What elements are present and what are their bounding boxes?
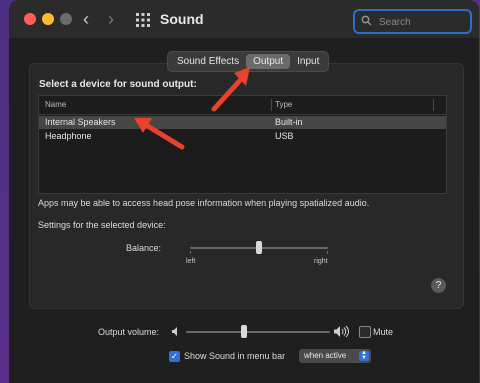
device-type: Built-in [275,117,303,127]
help-button[interactable]: ? [431,278,446,293]
updown-chevron-icon: ▲ ▼ [359,350,369,361]
balance-slider-thumb[interactable] [256,241,262,254]
volume-slider-track[interactable] [186,331,330,333]
window-title: Sound [160,11,204,27]
slider-tick [190,251,191,254]
sound-preferences-window: ‹ › Sound Sound Effects Output Input Sel… [9,0,479,383]
tab-input[interactable]: Input [290,54,326,69]
device-type: USB [275,131,294,141]
device-name: Internal Speakers [45,117,116,127]
balance-right-label: right [314,258,328,265]
speaker-low-icon [172,327,177,336]
back-chevron-icon[interactable]: ‹ [83,9,89,29]
output-heading: Select a device for sound output: [39,79,197,90]
checkmark-icon: ✓ [170,351,179,361]
volume-slider-thumb[interactable] [240,325,247,338]
device-row-headphone[interactable]: Headphone USB [39,130,446,143]
annotation-arrow-icon [134,118,185,150]
forward-chevron-icon[interactable]: › [108,9,114,29]
device-name: Headphone [45,131,92,141]
mute-label: Mute [373,327,394,337]
column-divider [271,99,272,111]
device-row-internal-speakers[interactable]: Internal Speakers Built-in [39,116,446,129]
search-input[interactable] [377,13,466,31]
search-icon [361,15,372,26]
search-field[interactable] [353,9,472,34]
balance-left-label: left [186,258,196,265]
annotation-arrow-icon [211,67,250,112]
title-bar: ‹ › Sound [9,0,479,38]
show-in-menu-bar-label: Show Sound in menu bar [184,351,286,361]
close-window-button[interactable] [24,13,36,25]
balance-label: Balance: [126,243,162,253]
column-header-type[interactable]: Type [275,100,292,109]
menu-bar-visibility-select[interactable]: when active ▲ ▼ [299,349,371,363]
minimize-window-button[interactable] [42,13,54,25]
spatial-audio-note: Apps may be able to access head pose inf… [38,198,370,208]
column-header-name[interactable]: Name [45,100,66,109]
slider-tick [327,251,328,254]
column-divider [433,99,434,111]
select-value: when active [304,351,347,360]
show-in-menu-bar-checkbox[interactable]: ✓ [169,351,180,362]
show-all-grid-icon[interactable] [136,13,150,27]
output-volume-label: Output volume: [98,327,160,337]
speaker-high-icon [334,325,349,338]
zoom-window-button[interactable] [60,13,72,25]
mute-checkbox[interactable] [359,326,371,338]
settings-label: Settings for the selected device: [38,220,166,230]
